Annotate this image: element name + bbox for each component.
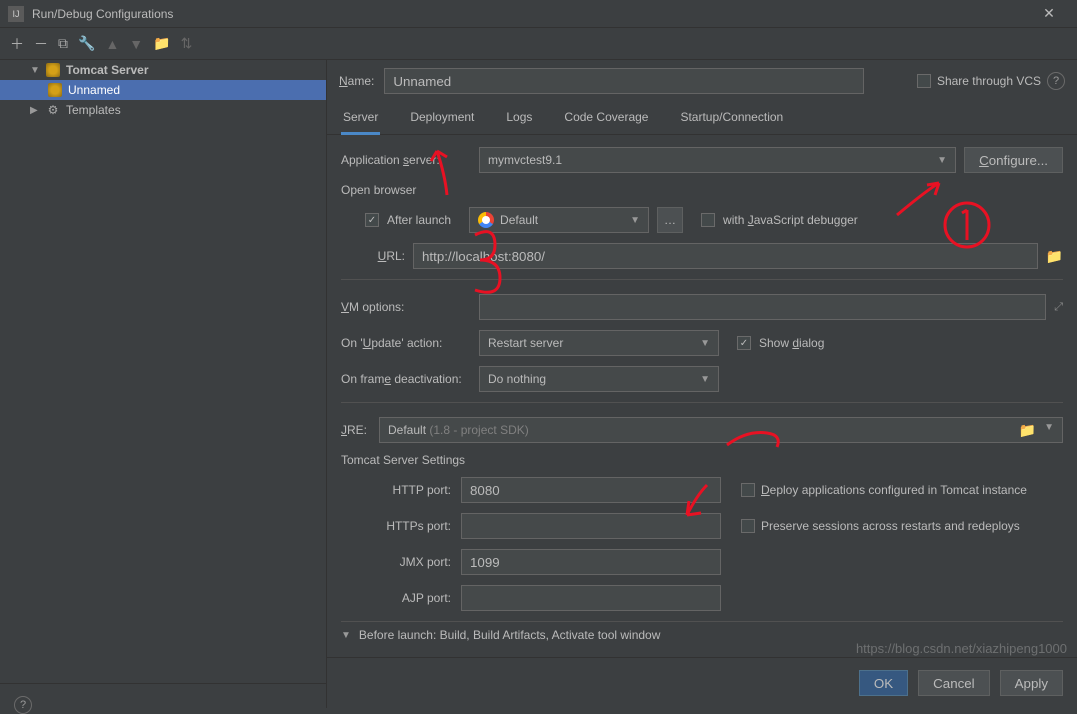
- on-frame-label: On frame deactivation:: [341, 372, 471, 386]
- ajp-port-label: AJP port:: [365, 591, 451, 605]
- tab-server[interactable]: Server: [341, 102, 380, 134]
- jre-select[interactable]: Default (1.8 - project SDK) 📁▼: [379, 417, 1063, 443]
- form-area: Application server: mymvctest9.1 ▼ Confi…: [327, 135, 1077, 657]
- js-debugger-label: with JavaScript debugger: [723, 213, 858, 227]
- name-label: Name:: [339, 74, 374, 88]
- folder-icon[interactable]: 📁: [153, 35, 170, 52]
- deploy-apps-checkbox[interactable]: [741, 483, 755, 497]
- chevron-down-icon: ▼: [30, 65, 40, 76]
- share-vcs-checkbox[interactable]: [917, 74, 931, 88]
- tab-startup-connection[interactable]: Startup/Connection: [678, 102, 785, 134]
- folder-icon[interactable]: 📁: [1019, 422, 1036, 439]
- help-icon[interactable]: ?: [14, 696, 32, 714]
- configure-button[interactable]: Configure...: [964, 147, 1063, 173]
- browser-select[interactable]: Default ▼: [469, 207, 649, 233]
- share-vcs-label: Share through VCS: [937, 74, 1041, 88]
- tab-code-coverage[interactable]: Code Coverage: [562, 102, 650, 134]
- https-port-label: HTTPs port:: [365, 519, 451, 533]
- https-port-input[interactable]: [461, 513, 721, 539]
- titlebar: IJ Run/Debug Configurations ✕: [0, 0, 1077, 28]
- copy-icon[interactable]: ⧉: [58, 35, 68, 52]
- left-panel: ▼ Tomcat Server Unnamed ▶ ⚙ Templates ?: [0, 60, 327, 708]
- separator: [341, 402, 1063, 403]
- down-icon[interactable]: ▼: [129, 36, 143, 52]
- vm-options-label: VM options:: [341, 300, 471, 314]
- vm-options-input[interactable]: [479, 294, 1046, 320]
- app-icon: IJ: [8, 6, 24, 22]
- up-icon[interactable]: ▲: [105, 36, 119, 52]
- preserve-sessions-label: Preserve sessions across restarts and re…: [761, 519, 1020, 533]
- url-input[interactable]: [413, 243, 1038, 269]
- expand-icon[interactable]: ⤢: [1054, 301, 1063, 314]
- browse-button[interactable]: …: [657, 207, 683, 233]
- tree-label: Unnamed: [68, 83, 120, 97]
- right-panel: Name: Share through VCS ? Server Deploym…: [327, 60, 1077, 708]
- help-icon[interactable]: ?: [1047, 72, 1065, 90]
- tree-tomcat-server[interactable]: ▼ Tomcat Server: [0, 60, 326, 80]
- chevron-down-icon: ▼: [341, 630, 351, 641]
- tree-templates[interactable]: ▶ ⚙ Templates: [0, 100, 326, 120]
- toolbar: ＋ － ⧉ 🔧 ▲ ▼ 📁 ⇅: [0, 28, 1077, 60]
- tabs: Server Deployment Logs Code Coverage Sta…: [327, 102, 1077, 135]
- before-launch-label: Before launch: Build, Build Artifacts, A…: [359, 628, 661, 642]
- tree-label: Templates: [66, 103, 121, 117]
- show-dialog-checkbox[interactable]: [737, 336, 751, 350]
- separator: [341, 279, 1063, 280]
- config-tree: ▼ Tomcat Server Unnamed ▶ ⚙ Templates: [0, 60, 326, 683]
- tomcat-icon: [48, 83, 62, 97]
- ok-button[interactable]: OK: [859, 670, 908, 696]
- jmx-port-input[interactable]: [461, 549, 721, 575]
- wrench-icon[interactable]: 🔧: [78, 35, 95, 52]
- after-launch-checkbox[interactable]: [365, 213, 379, 227]
- app-server-label: Application server:: [341, 153, 471, 167]
- tree-label: Tomcat Server: [66, 63, 148, 77]
- on-frame-select[interactable]: Do nothing ▼: [479, 366, 719, 392]
- jmx-port-label: JMX port:: [365, 555, 451, 569]
- tab-logs[interactable]: Logs: [504, 102, 534, 134]
- window-title: Run/Debug Configurations: [32, 7, 1029, 21]
- tab-deployment[interactable]: Deployment: [408, 102, 476, 134]
- http-port-input[interactable]: [461, 477, 721, 503]
- tree-unnamed[interactable]: Unnamed: [0, 80, 326, 100]
- add-icon[interactable]: ＋: [10, 34, 24, 54]
- on-update-label: On 'Update' action:: [341, 336, 471, 350]
- tomcat-settings-title: Tomcat Server Settings: [341, 453, 1063, 467]
- chevron-down-icon: ▼: [700, 374, 710, 385]
- on-update-select[interactable]: Restart server ▼: [479, 330, 719, 356]
- chevron-down-icon: ▼: [630, 215, 640, 226]
- ajp-port-input[interactable]: [461, 585, 721, 611]
- after-launch-label: After launch: [387, 213, 451, 227]
- show-dialog-label: Show dialog: [759, 336, 824, 350]
- js-debugger-checkbox[interactable]: [701, 213, 715, 227]
- chrome-icon: [478, 212, 494, 228]
- watermark: https://blog.csdn.net/xiazhipeng1000: [856, 641, 1067, 656]
- preserve-sessions-checkbox[interactable]: [741, 519, 755, 533]
- folder-icon[interactable]: 📁: [1046, 248, 1063, 265]
- chevron-right-icon: ▶: [30, 105, 40, 116]
- chevron-down-icon: ▼: [937, 155, 947, 166]
- cancel-button[interactable]: Cancel: [918, 670, 990, 696]
- app-server-select[interactable]: mymvctest9.1 ▼: [479, 147, 956, 173]
- http-port-label: HTTP port:: [365, 483, 451, 497]
- apply-button[interactable]: Apply: [1000, 670, 1063, 696]
- deploy-apps-label: Deploy applications configured in Tomcat…: [761, 483, 1027, 497]
- chevron-down-icon: ▼: [1044, 422, 1054, 439]
- templates-icon: ⚙: [46, 103, 60, 117]
- tomcat-icon: [46, 63, 60, 77]
- close-icon[interactable]: ✕: [1029, 5, 1069, 22]
- jre-label: JRE:: [341, 423, 371, 437]
- name-input[interactable]: [384, 68, 864, 94]
- open-browser-title: Open browser: [341, 183, 1063, 197]
- chevron-down-icon: ▼: [700, 338, 710, 349]
- url-label: URL:: [365, 249, 405, 263]
- sort-icon[interactable]: ⇅: [181, 35, 193, 52]
- remove-icon[interactable]: －: [34, 34, 48, 54]
- button-bar: OK Cancel Apply: [327, 657, 1077, 708]
